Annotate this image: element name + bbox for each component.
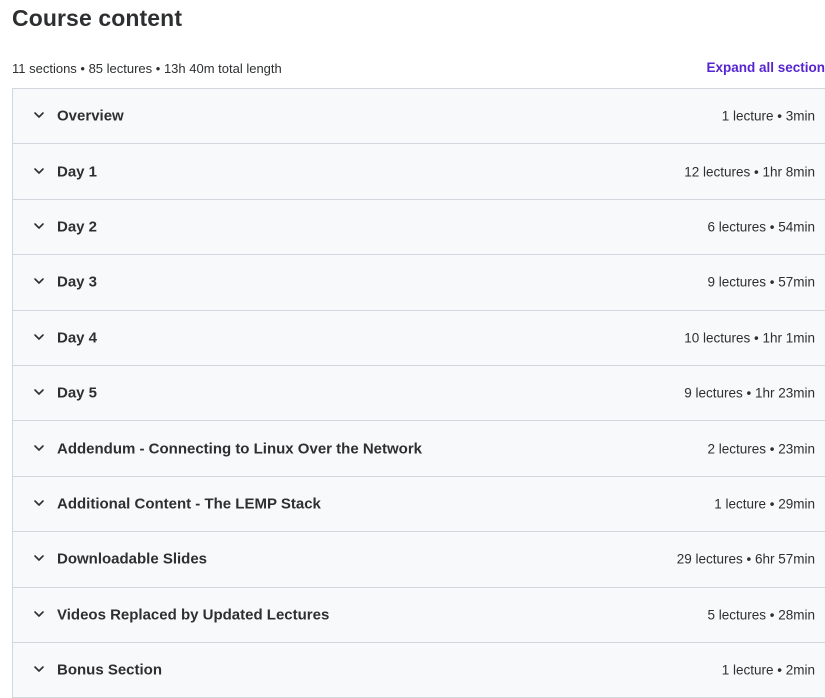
section-row-addendum[interactable]: Addendum - Connecting to Linux Over the … (13, 421, 825, 477)
section-title: Day 1 (57, 163, 98, 181)
page-title: Course content (12, 5, 183, 31)
section-title: Addendum - Connecting to Linux Over the … (57, 440, 423, 458)
section-row-videos-replaced[interactable]: Videos Replaced by Updated Lectures 5 le… (13, 587, 825, 643)
section-meta: 1 lecture • 3min (721, 108, 815, 124)
section-row-day-4[interactable]: Day 4 10 lectures • 1hr 1min (13, 310, 825, 366)
section-row-day-5[interactable]: Day 5 9 lectures • 1hr 23min (13, 365, 825, 422)
section-meta: 1 lecture • 29min (714, 496, 815, 512)
section-meta: 9 lectures • 57min (707, 274, 815, 290)
section-row-overview[interactable]: Overview 1 lecture • 3min (13, 89, 825, 145)
section-row-bonus-section[interactable]: Bonus Section 1 lecture • 2min (13, 642, 825, 698)
section-title: Overview (57, 107, 124, 125)
expand-all-sections-button[interactable]: Expand all section (706, 59, 825, 77)
section-title: Day 4 (57, 329, 98, 347)
chevron-down-icon (33, 109, 45, 121)
section-title: Bonus Section (57, 661, 163, 679)
section-row-day-2[interactable]: Day 2 6 lectures • 54min (13, 199, 825, 256)
section-row-additional-content[interactable]: Additional Content - The LEMP Stack 1 le… (13, 476, 825, 533)
section-meta: 5 lectures • 28min (707, 607, 815, 623)
section-meta: 10 lectures • 1hr 1min (684, 330, 815, 346)
section-meta: 12 lectures • 1hr 8min (684, 164, 815, 180)
section-title: Day 5 (57, 384, 98, 402)
chevron-down-icon (33, 220, 45, 232)
chevron-down-icon (33, 497, 45, 509)
section-title: Videos Replaced by Updated Lectures (57, 606, 330, 624)
chevron-down-icon (33, 608, 45, 620)
chevron-down-icon (33, 275, 45, 287)
section-row-downloadable-slides[interactable]: Downloadable Slides 29 lectures • 6hr 57… (13, 532, 825, 588)
section-title: Downloadable Slides (57, 550, 208, 568)
section-meta: 1 lecture • 2min (721, 662, 815, 678)
course-summary-row: 11 sections • 85 lectures • 13h 40m tota… (12, 59, 825, 79)
section-list: Overview 1 lecture • 3min Day 1 12 lectu… (12, 88, 825, 698)
section-row-day-1[interactable]: Day 1 12 lectures • 1hr 8min (13, 144, 825, 200)
chevron-down-icon (33, 442, 45, 454)
section-meta: 9 lectures • 1hr 23min (684, 385, 815, 401)
section-title: Day 3 (57, 273, 98, 291)
course-content-panel: Course content 11 sections • 85 lectures… (0, 0, 825, 698)
chevron-down-icon (33, 386, 45, 398)
chevron-down-icon (33, 165, 45, 177)
chevron-down-icon (33, 663, 45, 675)
section-row-day-3[interactable]: Day 3 9 lectures • 57min (13, 255, 825, 311)
section-meta: 6 lectures • 54min (707, 219, 815, 235)
chevron-down-icon (33, 331, 45, 343)
section-meta: 2 lectures • 23min (707, 441, 815, 457)
section-meta: 29 lectures • 6hr 57min (676, 551, 815, 567)
chevron-down-icon (33, 552, 45, 564)
course-summary: 11 sections • 85 lectures • 13h 40m tota… (12, 61, 282, 76)
section-title: Additional Content - The LEMP Stack (57, 495, 321, 513)
section-title: Day 2 (57, 218, 98, 236)
